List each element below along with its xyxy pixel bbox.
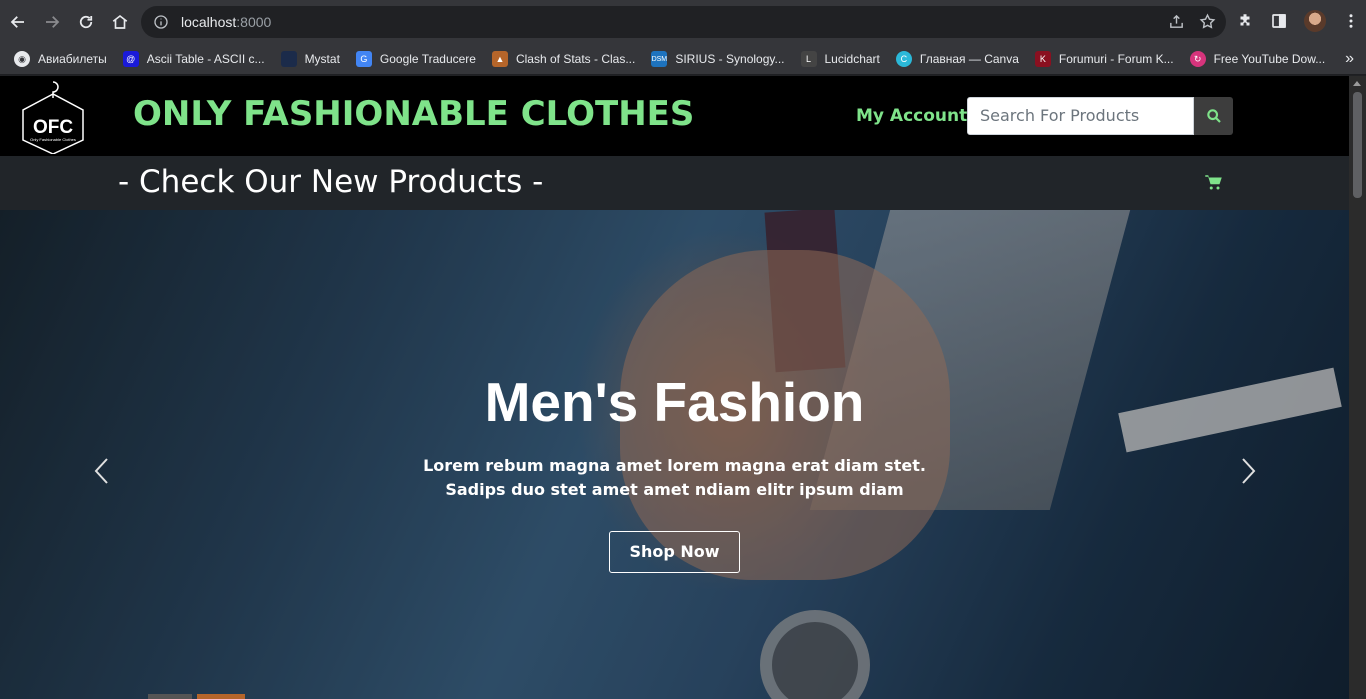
page-scrollbar[interactable]	[1349, 76, 1366, 699]
bookmark-item[interactable]: @ Ascii Table - ASCII c...	[122, 51, 265, 67]
profile-avatar[interactable]	[1304, 10, 1326, 32]
page-viewport: OFC Only Fashionable Clothes ONLY FASHIO…	[0, 76, 1349, 699]
share-icon[interactable]	[1168, 13, 1185, 30]
bookmark-item[interactable]: ↻ Free YouTube Dow...	[1189, 51, 1325, 67]
logo-text: OFC	[33, 117, 73, 138]
more-vertical-icon[interactable]	[1342, 12, 1360, 30]
scroll-up-icon[interactable]	[1353, 81, 1361, 86]
clash-icon: ▲	[491, 51, 508, 67]
carousel-next-icon[interactable]	[1238, 456, 1258, 486]
logo-subtext: Only Fashionable Clothes	[30, 137, 76, 142]
subnav-bar: - Check Our New Products -	[0, 156, 1349, 210]
side-panel-icon[interactable]	[1270, 12, 1288, 30]
search-input[interactable]: Search For Products	[967, 97, 1194, 135]
forward-button[interactable]	[36, 6, 68, 38]
url-host: localhost	[181, 14, 237, 30]
youtube-download-icon: ↻	[1189, 51, 1206, 67]
canva-icon: C	[895, 51, 912, 67]
search-button[interactable]	[1194, 97, 1233, 135]
site-header: OFC Only Fashionable Clothes ONLY FASHIO…	[0, 76, 1349, 156]
arrow-left-icon	[10, 16, 24, 28]
shop-now-button[interactable]: Shop Now	[609, 531, 740, 573]
cart-icon	[1205, 175, 1222, 190]
carousel-indicator[interactable]	[197, 694, 245, 699]
bookmark-item[interactable]: ◉ Авиабилеты	[14, 51, 107, 67]
forum-icon: K	[1034, 51, 1051, 67]
scrollbar-thumb[interactable]	[1353, 92, 1362, 198]
globe-icon: ◉	[14, 51, 30, 67]
lucidchart-icon: L	[800, 51, 817, 67]
ascii-icon: @	[122, 51, 139, 67]
my-account-link[interactable]: My Account	[856, 106, 967, 126]
site-title[interactable]: ONLY FASHIONABLE CLOTHES	[133, 94, 694, 134]
synology-icon: DSM	[651, 51, 668, 67]
bookmark-item[interactable]: K Forumuri - Forum K...	[1034, 51, 1174, 67]
url-port: :8000	[236, 14, 272, 30]
info-icon[interactable]	[153, 14, 169, 30]
browser-toolbar: localhost:8000	[0, 0, 1366, 44]
hero-description: Lorem rebum magna amet lorem magna erat …	[423, 456, 926, 499]
chevron-right-icon[interactable]: »	[1345, 50, 1354, 68]
mystat-icon	[280, 51, 297, 67]
bookmark-item[interactable]: C Главная — Canva	[895, 51, 1019, 67]
google-translate-icon: G	[355, 51, 372, 67]
bookmark-item[interactable]: L Lucidchart	[800, 51, 880, 67]
arrow-right-icon	[46, 16, 60, 28]
cart-button[interactable]	[1204, 173, 1223, 196]
url-text: localhost:8000	[181, 14, 271, 30]
bookmark-item[interactable]: G Google Traducere	[355, 51, 476, 67]
extensions-icon[interactable]	[1236, 12, 1254, 30]
bookmark-item[interactable]: DSM SIRIUS - Synology...	[651, 51, 785, 67]
back-button[interactable]	[2, 6, 34, 38]
bookmark-item[interactable]: ▲ Clash of Stats - Clas...	[491, 51, 635, 67]
bookmark-star-icon[interactable]	[1199, 13, 1216, 30]
home-icon	[112, 14, 128, 29]
reload-icon	[79, 15, 93, 29]
reload-button[interactable]	[70, 6, 102, 38]
hero-title: Men's Fashion	[484, 371, 865, 433]
new-products-heading: - Check Our New Products -	[118, 164, 544, 200]
bookmarks-bar: ◉ Авиабилеты @ Ascii Table - ASCII c... My…	[0, 44, 1366, 75]
logo-icon[interactable]: OFC Only Fashionable Clothes	[18, 78, 88, 154]
hero-carousel: Men's Fashion Lorem rebum magna amet lor…	[0, 210, 1349, 699]
bookmark-item[interactable]: Mystat	[280, 51, 340, 67]
address-bar[interactable]: localhost:8000	[141, 6, 1226, 38]
home-button[interactable]	[104, 6, 136, 38]
search-icon	[1206, 109, 1221, 123]
carousel-prev-icon[interactable]	[92, 456, 112, 486]
carousel-indicator[interactable]	[148, 694, 192, 699]
